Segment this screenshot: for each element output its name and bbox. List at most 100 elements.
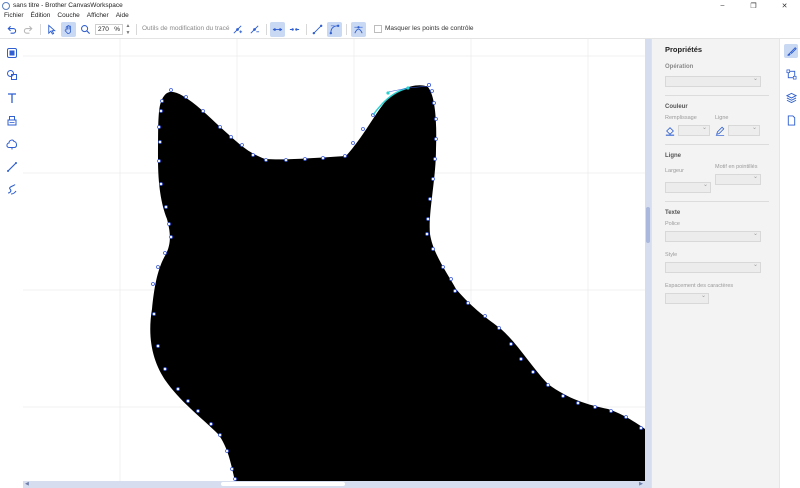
menu-edition[interactable]: Édition: [31, 12, 51, 19]
layers-tab[interactable]: [784, 90, 798, 104]
canvas-svg[interactable]: [23, 39, 645, 481]
line-colour-label: Ligne: [715, 115, 729, 121]
operation-heading: Opération: [665, 64, 694, 70]
hand-tool-button[interactable]: [61, 22, 76, 37]
path-tools-label: Outils de modification du tracé: [142, 25, 230, 32]
toolbar-divider: [136, 24, 137, 35]
width-label: Largeur: [665, 168, 684, 174]
colour-heading: Couleur: [665, 104, 688, 110]
pen-icon: [715, 126, 725, 136]
control-points-button[interactable]: [351, 22, 366, 37]
close-button[interactable]: ✕: [769, 0, 800, 11]
minimize-button[interactable]: –: [707, 0, 738, 11]
undo-button[interactable]: [4, 22, 19, 37]
redo-icon: [23, 25, 33, 34]
tool-text[interactable]: [4, 90, 19, 105]
join-node-icon: [272, 28, 283, 31]
break-node-button[interactable]: [287, 22, 302, 37]
tool-select-shape[interactable]: [4, 45, 19, 60]
zoom-stepper[interactable]: ▲ ▼: [124, 23, 132, 36]
operation-select[interactable]: [665, 75, 761, 87]
menu-aide[interactable]: Aide: [116, 12, 129, 19]
toolbar-divider: [346, 24, 347, 35]
dash-label: Motif en pointillés: [715, 164, 758, 170]
tool-shapes[interactable]: [4, 67, 19, 82]
window-controls: – ❐ ✕: [707, 0, 800, 11]
line-colour-control: [715, 124, 765, 136]
horizontal-scroll-thumb[interactable]: [221, 482, 345, 486]
hide-control-points-label: Masquer les points de contrôle: [385, 25, 474, 32]
style-select[interactable]: [665, 261, 761, 273]
tool-line[interactable]: [4, 159, 19, 174]
properties-panel: Propriétés Opération Couleur Remplissage…: [651, 39, 779, 488]
zoom-value: 270: [98, 26, 109, 33]
zoom-input[interactable]: 270 %: [95, 24, 123, 35]
add-node-icon: [233, 25, 243, 34]
drawing-canvas[interactable]: [23, 39, 645, 481]
properties-brush-icon: [786, 46, 797, 56]
tool-stamp[interactable]: [4, 113, 19, 128]
magnifier-icon: [81, 25, 91, 35]
hide-control-points-checkbox[interactable]: [374, 25, 382, 33]
dash-group: Motif en pointillés: [715, 164, 765, 193]
select-tool-button[interactable]: [44, 22, 59, 37]
line-colour-swatch[interactable]: [728, 124, 760, 136]
paint-bucket-icon: [665, 126, 675, 136]
freehand-icon: [7, 183, 16, 195]
tool-fill-shape[interactable]: [4, 136, 19, 151]
curve-segment-button[interactable]: [327, 22, 342, 37]
horizontal-scrollbar[interactable]: ◀ ▶: [23, 481, 651, 488]
window-title: sans titre - Brother CanvasWorkspace: [13, 2, 123, 9]
font-select[interactable]: [665, 230, 761, 242]
spacing-label: Espacement des caractères: [665, 283, 734, 289]
add-node-button[interactable]: [230, 22, 245, 37]
undo-icon: [7, 25, 17, 34]
menu-couche[interactable]: Couche: [57, 12, 79, 19]
line-icon: [6, 161, 17, 172]
app-icon: [2, 1, 10, 10]
dash-select[interactable]: [715, 173, 761, 185]
toolbar-divider: [40, 24, 41, 35]
cursor-icon: [48, 24, 56, 35]
cat-silhouette-shape[interactable]: [150, 85, 645, 481]
join-node-button[interactable]: [270, 22, 285, 37]
top-toolbar: 270 % ▲ ▼ Outils de modification du trac…: [0, 20, 800, 39]
break-node-icon: [289, 28, 300, 31]
fill-label: Remplissage: [665, 115, 697, 121]
width-stepper[interactable]: [665, 181, 711, 193]
transform-tab[interactable]: [784, 67, 798, 81]
scroll-right-icon[interactable]: ▶: [639, 481, 643, 487]
text-heading: Texte: [665, 210, 681, 216]
zoom-unit: %: [114, 26, 120, 33]
colour-row: Remplissage Ligne: [665, 115, 769, 136]
menu-bar: Fichier Édition Couche Afficher Aide: [0, 11, 800, 20]
delete-node-button[interactable]: [247, 22, 262, 37]
zoom-tool-button[interactable]: [78, 22, 93, 37]
style-label: Style: [665, 252, 678, 258]
menu-afficher[interactable]: Afficher: [87, 12, 109, 19]
page-tab[interactable]: [784, 113, 798, 127]
toolbar-divider: [306, 24, 307, 35]
chevron-down-icon[interactable]: ▼: [126, 30, 131, 36]
panel-divider: [665, 95, 769, 96]
width-group: Largeur: [665, 164, 715, 193]
redo-button[interactable]: [21, 22, 36, 37]
tool-freehand[interactable]: [4, 181, 19, 196]
line-segment-button[interactable]: [310, 22, 325, 37]
properties-title: Propriétés: [665, 45, 703, 54]
chevron-up-icon[interactable]: ▲: [126, 23, 131, 29]
select-shape-icon: [6, 47, 17, 58]
menu-fichier[interactable]: Fichier: [4, 12, 24, 19]
maximize-button[interactable]: ❐: [738, 0, 769, 11]
toolbar-divider: [266, 24, 267, 35]
shapes-icon: [6, 69, 17, 80]
fill-group: Remplissage: [665, 115, 715, 136]
panel-divider: [665, 201, 769, 202]
vertical-scroll-thumb[interactable]: [646, 207, 650, 243]
scroll-left-icon[interactable]: ◀: [25, 481, 29, 487]
spacing-stepper[interactable]: [665, 292, 709, 304]
line-row: Largeur Motif en pointillés: [665, 164, 769, 193]
fill-colour-swatch[interactable]: [678, 124, 710, 136]
control-points-icon: [354, 26, 363, 34]
properties-tab[interactable]: [784, 44, 798, 58]
